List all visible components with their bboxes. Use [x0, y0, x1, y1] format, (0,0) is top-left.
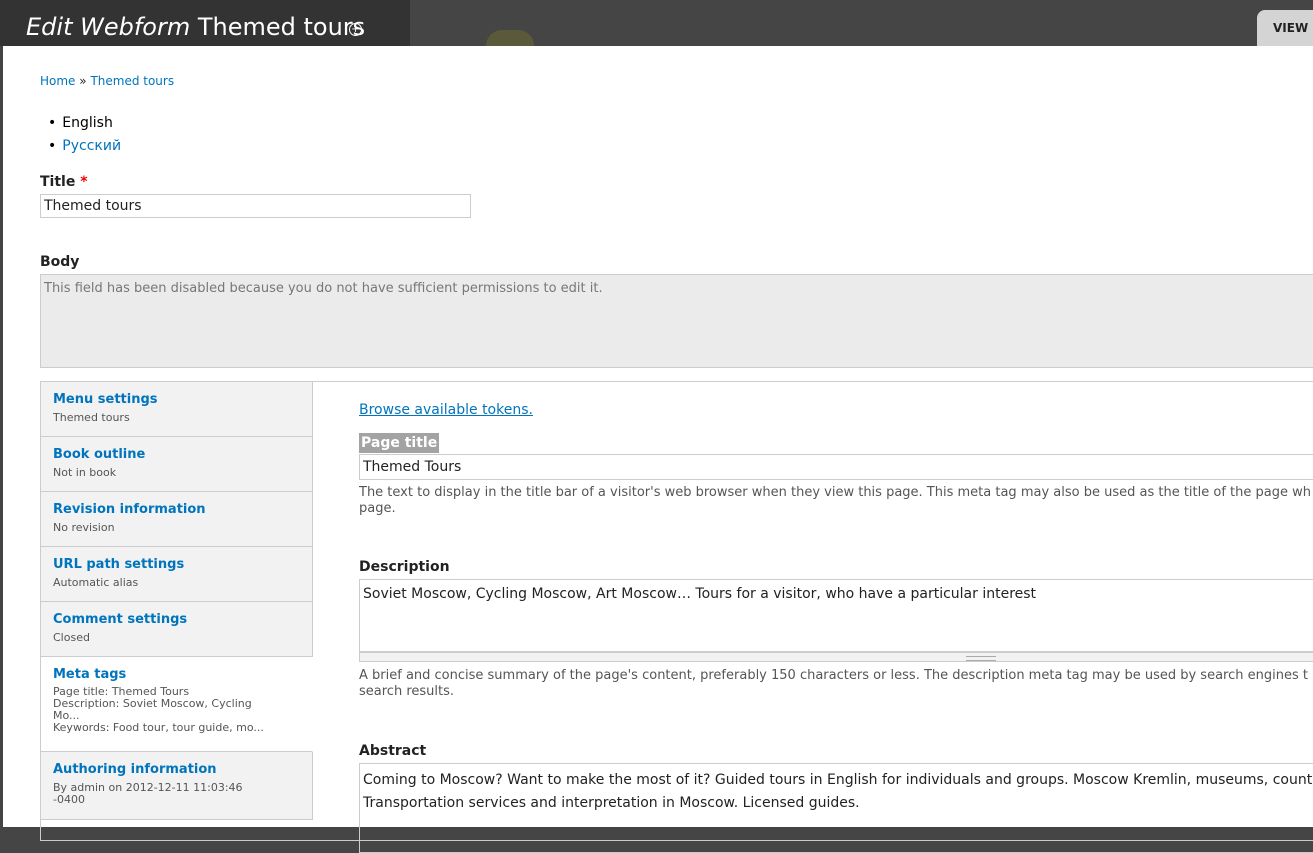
page-title-prefix: Edit Webform — [26, 13, 191, 41]
admin-header: Edit Webform Themed tours + VIEW — [0, 0, 1313, 46]
vertical-tab-title[interactable]: Authoring information — [53, 762, 300, 778]
page-title-node: Themed tours — [197, 13, 366, 41]
language-russian-link[interactable]: Русский — [62, 138, 121, 154]
language-item-english: English — [48, 114, 121, 137]
abstract-textarea[interactable]: Coming to Moscow? Want to make the most … — [359, 763, 1313, 853]
vertical-tab-authoring-information[interactable]: Authoring information By admin on 2012-1… — [41, 752, 313, 820]
vertical-tab-summary: Closed — [53, 631, 90, 644]
page-title-description: The text to display in the title bar of … — [359, 485, 1313, 517]
language-english: English — [62, 115, 113, 131]
textarea-resize-grip[interactable] — [359, 652, 1313, 662]
title-label-text: Title — [40, 174, 76, 190]
abstract-label: Abstract — [359, 743, 427, 759]
content-area: Home » Themed tours English Русский Titl… — [3, 46, 1313, 853]
vertical-tab-url-path-settings[interactable]: URL path settings Automatic alias — [41, 547, 313, 602]
vertical-tab-title[interactable]: Book outline — [53, 447, 300, 463]
required-mark: * — [80, 174, 88, 190]
breadcrumb-home[interactable]: Home — [40, 74, 75, 88]
vertical-tab-comment-settings[interactable]: Comment settings Closed — [41, 602, 313, 657]
vertical-tab-summary-description: Description: Soviet Moscow, Cycling — [53, 697, 252, 710]
title-input[interactable] — [40, 194, 471, 218]
description-textarea[interactable]: Soviet Moscow, Cycling Moscow, Art Mosco… — [359, 579, 1313, 652]
body-field-disabled: This field has been disabled because you… — [40, 274, 1313, 368]
vertical-tab-title[interactable]: URL path settings — [53, 557, 300, 573]
abstract-line-2: Transportation services and interpretati… — [363, 795, 860, 811]
vertical-tab-summary-keywords: Keywords: Food tour, tour guide, mo... — [53, 721, 264, 734]
vertical-tab-summary: Not in book — [53, 466, 117, 479]
background-decoration — [486, 30, 534, 46]
vertical-tab-summary-cont: -0400 — [53, 793, 85, 806]
vertical-tab-summary: Automatic alias — [53, 576, 139, 589]
plus-circle-icon[interactable]: + — [349, 23, 362, 36]
vertical-tab-title[interactable]: Comment settings — [53, 612, 300, 628]
description-label: Description — [359, 559, 450, 575]
vertical-tab-meta-tags[interactable]: Meta tags Page title: Themed Tours Descr… — [41, 657, 313, 752]
vertical-tab-title[interactable]: Revision information — [53, 502, 300, 518]
vertical-tab-menu-settings[interactable]: Menu settings Themed tours — [41, 382, 313, 437]
vertical-tab-title[interactable]: Menu settings — [53, 392, 300, 408]
abstract-line-1: Coming to Moscow? Want to make the most … — [363, 772, 1313, 788]
vertical-tab-revision-information[interactable]: Revision information No revision — [41, 492, 313, 547]
vertical-tab-list: Menu settings Themed tours Book outline … — [41, 382, 313, 820]
tab-view[interactable]: VIEW — [1257, 10, 1313, 46]
vertical-tab-title[interactable]: Meta tags — [53, 667, 300, 683]
vertical-tab-summary: No revision — [53, 521, 115, 534]
title-area: Edit Webform Themed tours + — [0, 0, 410, 46]
page-title: Edit Webform Themed tours — [26, 11, 365, 43]
description-help-line-2: search results. — [359, 684, 454, 699]
page-title-description-line-2: page. — [359, 501, 396, 516]
page-title-label: Page title — [359, 433, 440, 453]
description-help: A brief and concise summary of the page'… — [359, 668, 1313, 700]
vertical-tab-summary: Themed tours — [53, 411, 130, 424]
description-help-line-1: A brief and concise summary of the page'… — [359, 668, 1308, 683]
breadcrumb-separator: » — [79, 74, 87, 88]
language-item-russian: Русский — [48, 137, 121, 160]
page-title-description-line-1: The text to display in the title bar of … — [359, 485, 1311, 500]
page-title-input[interactable] — [359, 454, 1313, 480]
language-switcher: English Русский — [48, 114, 121, 160]
browse-tokens-link[interactable]: Browse available tokens. — [359, 402, 533, 418]
breadcrumb: Home » Themed tours — [40, 74, 174, 88]
vertical-tabs: Menu settings Themed tours Book outline … — [40, 381, 1313, 853]
body-label: Body — [40, 254, 80, 270]
vertical-tab-book-outline[interactable]: Book outline Not in book — [41, 437, 313, 492]
title-label: Title * — [40, 174, 88, 190]
vertical-tab-summary: By admin on 2012-12-11 11:03:46 — [53, 781, 243, 794]
breadcrumb-current[interactable]: Themed tours — [90, 74, 174, 88]
